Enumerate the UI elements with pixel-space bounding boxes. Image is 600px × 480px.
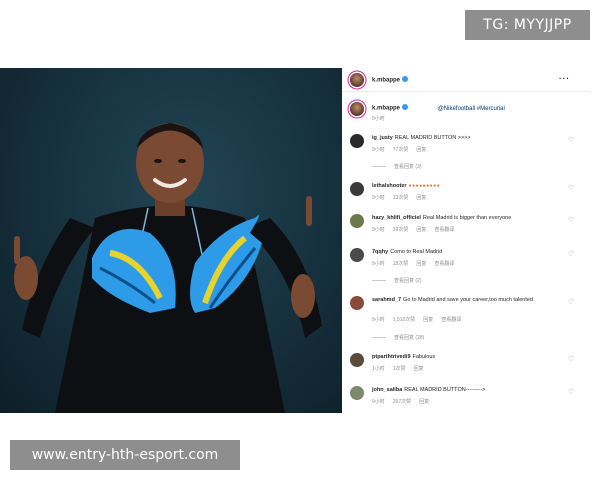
heart-outline-icon[interactable]: ♡: [568, 388, 574, 396]
fire-emoji-row: ●●●●●●●●●: [408, 183, 441, 189]
comment-time: 9小时: [372, 317, 385, 323]
comment-time: 9小时: [372, 261, 385, 267]
author-username-text[interactable]: k.mbappe: [372, 78, 400, 84]
comment-username[interactable]: 7qqhy: [372, 249, 388, 255]
reply-button[interactable]: 回复: [416, 195, 426, 201]
comment-username[interactable]: sarahmd_7: [372, 297, 401, 303]
post-sidebar: k.mbappe ··· k.mbappe @Nikefootball #Mer…: [342, 68, 590, 413]
reply-button[interactable]: 回复: [419, 399, 429, 405]
comment-username[interactable]: ig_justy: [372, 135, 393, 141]
comment-text: 7qqhy Como to Real Madrid: [372, 249, 567, 257]
comment-meta: 9小时 18次赞 回复 查看翻译: [372, 260, 462, 267]
caption-time: 9小时: [372, 116, 385, 122]
commenter-avatar[interactable]: [350, 182, 364, 196]
comment-likes[interactable]: 77次赞: [393, 147, 409, 153]
comment-likes[interactable]: 18次赞: [393, 261, 409, 267]
heart-outline-icon[interactable]: ♡: [568, 298, 574, 306]
view-replies-button[interactable]: 查看回复 (28): [372, 334, 424, 341]
reply-button[interactable]: 回复: [423, 317, 433, 323]
commenter-avatar[interactable]: [350, 248, 364, 262]
instagram-post: k.mbappe ··· k.mbappe @Nikefootball #Mer…: [0, 68, 590, 413]
comment-username[interactable]: john_saliba: [372, 387, 402, 393]
comment-text: sarahmd_7 Go to Madrid and save your care…: [372, 297, 567, 305]
comment-meta: 9小时 1,510次赞 回复 查看翻译: [372, 316, 469, 323]
comment-username[interactable]: hazy_khlifi_officiel: [372, 215, 421, 221]
comment-body: Como to Real Madrid: [390, 249, 443, 255]
reply-button[interactable]: 回复: [416, 261, 426, 267]
commenter-avatar[interactable]: [350, 214, 364, 228]
verified-badge-icon: [402, 104, 409, 110]
comment-likes[interactable]: 39次赞: [393, 227, 409, 233]
view-replies-label[interactable]: 查看回复 (3): [394, 164, 422, 170]
author-username[interactable]: k.mbappe: [372, 76, 409, 84]
comment-meta: 9小时 297次赞 回复: [372, 398, 437, 405]
comment-meta: 9小时 13次赞 回复: [372, 194, 434, 201]
comment-body: Real Madrid is bigger than everyone: [422, 215, 512, 221]
author-avatar[interactable]: [350, 73, 364, 87]
translate-button[interactable]: 查看翻译: [434, 261, 454, 267]
heart-outline-icon[interactable]: ♡: [568, 355, 574, 363]
comment-body: Fabulous: [412, 354, 436, 360]
comment-meta: 9小时 77次赞 回复: [372, 146, 434, 153]
comment-likes[interactable]: 297次赞: [393, 399, 411, 405]
site-watermark-badge: www.entry-hth-esport.com: [10, 440, 240, 470]
comment-username[interactable]: ptparthtrivedi9: [372, 354, 411, 360]
comment-meta: 9小时 39次赞 回复 查看翻译: [372, 226, 462, 233]
comment-time: 9小时: [372, 399, 385, 405]
comment-text: lethalshooter ●●●●●●●●●: [372, 183, 567, 191]
comment-text: ig_justy REAL MADRID BUTTON >>>>: [372, 135, 567, 143]
commenter-avatar[interactable]: [350, 134, 364, 148]
post-header: k.mbappe ···: [342, 68, 590, 92]
comment-likes[interactable]: 13次赞: [393, 195, 409, 201]
translate-button[interactable]: 查看翻译: [434, 227, 454, 233]
commenter-avatar[interactable]: [350, 296, 364, 310]
comment-body: REAL MADRID BUTTON--------->: [404, 387, 486, 393]
comment-likes[interactable]: 1次赞: [393, 366, 406, 372]
caption-text: @Nikefootball #Mercurial: [437, 105, 505, 112]
comment-time: 9小时: [372, 147, 385, 153]
reply-button[interactable]: 回复: [416, 227, 426, 233]
heart-outline-icon[interactable]: ♡: [568, 216, 574, 224]
more-options-icon[interactable]: ···: [559, 74, 570, 83]
heart-outline-icon[interactable]: ♡: [568, 136, 574, 144]
view-replies-label[interactable]: 查看回复 (28): [394, 335, 424, 341]
comment-meta: 1小时 1次赞 回复: [372, 365, 432, 372]
comment-body: REAL MADRID BUTTON >>>>: [394, 135, 471, 141]
comment-text: ptparthtrivedi9 Fabulous: [372, 354, 567, 362]
view-replies-label[interactable]: 查看回复 (2): [394, 278, 422, 284]
view-replies-button[interactable]: 查看回复 (3): [372, 163, 422, 170]
heart-outline-icon[interactable]: ♡: [568, 184, 574, 192]
verified-badge-icon: [402, 76, 409, 82]
view-replies-button[interactable]: 查看回复 (2): [372, 277, 422, 284]
heart-outline-icon[interactable]: ♡: [568, 250, 574, 258]
caption-username[interactable]: k.mbappe: [372, 106, 400, 112]
caption-avatar[interactable]: [350, 102, 364, 116]
comment-time: 9小时: [372, 195, 385, 201]
comment-time: 9小时: [372, 227, 385, 233]
comment-username[interactable]: lethalshooter: [372, 183, 407, 189]
commenter-avatar[interactable]: [350, 353, 364, 367]
comment-text: john_saliba REAL MADRID BUTTON--------->: [372, 387, 567, 395]
comment-text: hazy_khlifi_officiel Real Madrid is bigge…: [372, 215, 567, 223]
reply-button[interactable]: 回复: [414, 366, 424, 372]
translate-button[interactable]: 查看翻译: [441, 317, 461, 323]
reply-button[interactable]: 回复: [416, 147, 426, 153]
comment-time: 1小时: [372, 366, 385, 372]
player-photo-illustration: [14, 123, 322, 413]
tg-watermark-badge: TG: MYYJJPP: [465, 10, 590, 40]
comment-body: Go to Madrid and save your career,too mu…: [403, 297, 533, 303]
post-photo: [0, 68, 342, 413]
caption-line: k.mbappe @Nikefootball #Mercurial: [372, 104, 505, 112]
comment-likes[interactable]: 1,510次赞: [393, 317, 416, 323]
commenter-avatar[interactable]: [350, 386, 364, 400]
